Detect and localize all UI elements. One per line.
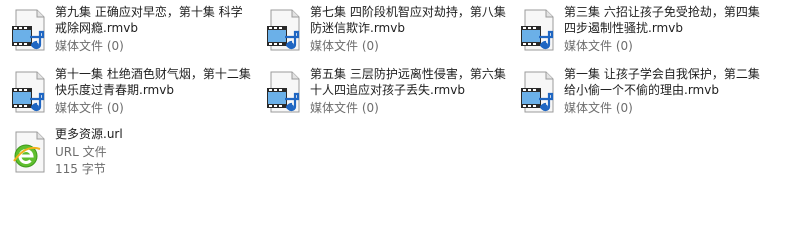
file-type: URL 文件 bbox=[55, 145, 107, 159]
file-name: 第三集 六招让孩子免受抢劫，第四集 四步遏制性骚扰.rmvb bbox=[564, 5, 760, 35]
file-type: 媒体文件 bbox=[310, 39, 359, 53]
file-view: 第九集 正确应对早恋，第十集 科学戒除网瘾.rmvb 媒体文件 (0) 第七集 … bbox=[0, 0, 810, 241]
file-item[interactable]: 第一集 让孩子学会自我保护，第二集 给小偷一个不偷的理由.rmvb 媒体文件 (… bbox=[516, 65, 760, 119]
internet-shortcut-icon bbox=[13, 131, 45, 173]
file-name: 第九集 正确应对早恋，第十集 科学戒除网瘾.rmvb bbox=[55, 5, 243, 35]
media-file-icon bbox=[12, 71, 45, 113]
file-item[interactable]: 第五集 三层防护远离性侵害，第六集 十人四追应对孩子丢失.rmvb 媒体文件 (… bbox=[262, 65, 506, 119]
file-name: 第一集 让孩子学会自我保护，第二集 给小偷一个不偷的理由.rmvb bbox=[564, 67, 760, 97]
media-file-icon bbox=[267, 9, 300, 51]
file-detail: (0) bbox=[615, 39, 633, 53]
file-detail: (0) bbox=[106, 101, 124, 115]
file-item[interactable]: 第九集 正确应对早恋，第十集 科学戒除网瘾.rmvb 媒体文件 (0) bbox=[7, 3, 247, 57]
file-type-size: 媒体文件 (0) bbox=[310, 100, 379, 116]
media-file-icon bbox=[521, 9, 554, 51]
file-item[interactable]: 第十一集 杜绝酒色财气烟，第十二集 快乐度过青春期.rmvb 媒体文件 (0) bbox=[7, 65, 251, 119]
file-detail: (0) bbox=[361, 101, 379, 115]
file-type: 媒体文件 bbox=[55, 39, 104, 53]
file-type-size: 媒体文件 (0) bbox=[55, 38, 124, 54]
media-file-icon bbox=[267, 71, 300, 113]
file-item[interactable]: 更多资源.url URL 文件 115 字节 bbox=[7, 125, 247, 181]
media-file-icon bbox=[521, 71, 554, 113]
file-type-size: 媒体文件 (0) bbox=[564, 38, 633, 54]
file-item[interactable]: 第三集 六招让孩子免受抢劫，第四集 四步遏制性骚扰.rmvb 媒体文件 (0) bbox=[516, 3, 760, 57]
file-type: 媒体文件 bbox=[310, 101, 359, 115]
file-type-size: 媒体文件 (0) bbox=[564, 100, 633, 116]
file-type-size: 媒体文件 (0) bbox=[310, 38, 379, 54]
file-type: 媒体文件 bbox=[564, 39, 613, 53]
media-file-icon bbox=[12, 9, 45, 51]
file-type: 媒体文件 bbox=[55, 101, 104, 115]
file-type: 媒体文件 bbox=[564, 101, 613, 115]
file-size: 115 字节 bbox=[55, 162, 106, 176]
file-detail: (0) bbox=[106, 39, 124, 53]
file-type-size: 媒体文件 (0) bbox=[55, 100, 124, 116]
file-name: 第十一集 杜绝酒色财气烟，第十二集 快乐度过青春期.rmvb bbox=[55, 67, 251, 97]
file-name: 更多资源.url bbox=[55, 127, 123, 141]
file-name: 第七集 四阶段机智应对劫持，第八集 防迷信欺诈.rmvb bbox=[310, 5, 506, 35]
file-detail: (0) bbox=[615, 101, 633, 115]
file-item[interactable]: 第七集 四阶段机智应对劫持，第八集 防迷信欺诈.rmvb 媒体文件 (0) bbox=[262, 3, 506, 57]
file-name: 第五集 三层防护远离性侵害，第六集 十人四追应对孩子丢失.rmvb bbox=[310, 67, 506, 97]
file-detail: (0) bbox=[361, 39, 379, 53]
